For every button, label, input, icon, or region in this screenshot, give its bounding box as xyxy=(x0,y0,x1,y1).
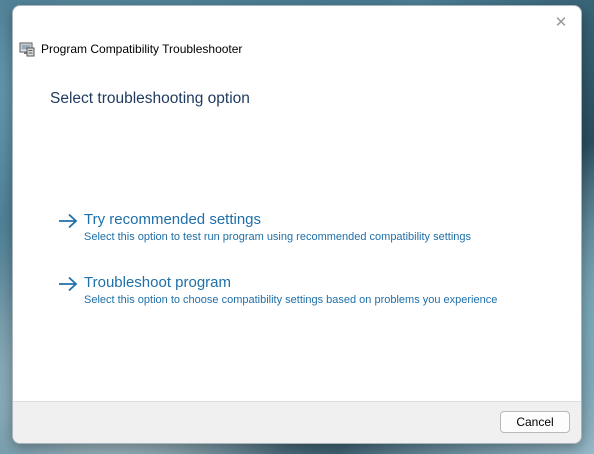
option-troubleshoot-program[interactable]: Troubleshoot program Select this option … xyxy=(57,274,497,308)
arrow-right-icon xyxy=(59,276,78,292)
compatibility-troubleshooter-icon xyxy=(19,41,35,57)
option-try-recommended-settings[interactable]: Try recommended settings Select this opt… xyxy=(57,211,471,245)
close-icon: ✕ xyxy=(554,13,568,31)
title-bar: Program Compatibility Troubleshooter xyxy=(19,41,242,57)
option-title[interactable]: Troubleshoot program xyxy=(84,274,497,292)
option-description: Select this option to test run program u… xyxy=(84,231,472,243)
window-title: Program Compatibility Troubleshooter xyxy=(41,42,243,56)
close-button[interactable]: ✕ xyxy=(547,10,575,34)
dialog-footer: Cancel xyxy=(13,401,581,443)
arrow-right-icon xyxy=(59,213,78,229)
page-heading: Select troubleshooting option xyxy=(50,90,250,107)
cancel-button[interactable]: Cancel xyxy=(500,411,570,433)
option-title[interactable]: Try recommended settings xyxy=(84,211,471,229)
dialog-window: ✕ Program Compatibility Troubleshooter S… xyxy=(12,5,582,444)
option-description: Select this option to choose compatibili… xyxy=(84,294,498,306)
